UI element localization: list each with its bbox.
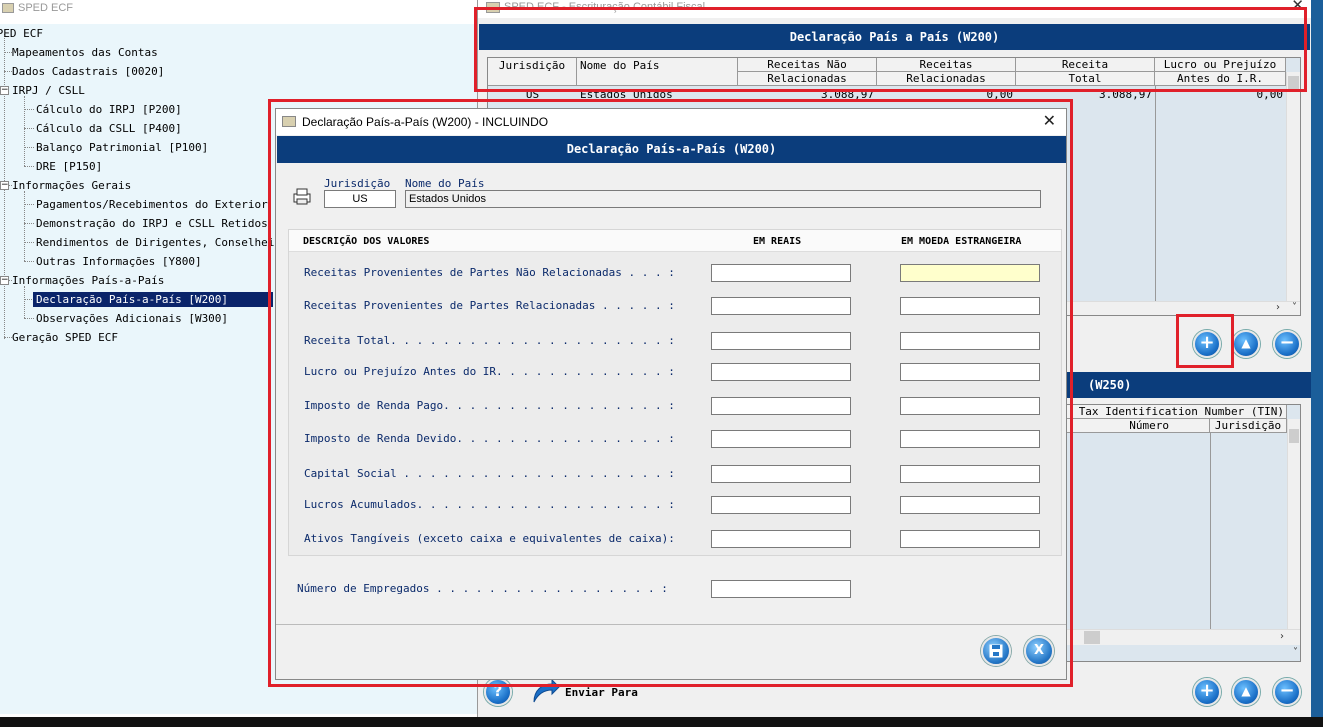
scroll-right-icon[interactable]: › xyxy=(1276,302,1280,313)
tree-item-outras-informacoes[interactable]: Outras Informações [Y800] xyxy=(36,254,202,269)
scroll-right-icon[interactable]: › xyxy=(1280,631,1284,642)
w250-horizontal-scrollbar[interactable]: › xyxy=(1039,629,1300,645)
w250-vertical-scrollbar[interactable] xyxy=(1287,419,1300,645)
move-up-w200-button[interactable]: ▲ xyxy=(1232,330,1260,358)
remove-w200-button[interactable]: − xyxy=(1273,330,1301,358)
w250-header: (W250) xyxy=(1038,372,1311,398)
chevron-down-icon[interactable]: ˅ xyxy=(1293,647,1298,658)
expander-irpj[interactable]: − xyxy=(0,86,9,95)
tree-item-pagamentos[interactable]: Pagamentos/Recebimentos do Exterior xyxy=(36,197,268,212)
tree-window-titlebar: SPED ECF xyxy=(0,0,478,18)
taskbar xyxy=(0,717,1323,727)
tree-item-demonstracao[interactable]: Demonstração do IRPJ e CSLL Retidos xyxy=(36,216,268,231)
tree-item-calculo-csll[interactable]: Cálculo da CSLL [P400] xyxy=(36,121,182,136)
tree-item-dados-cadastrais[interactable]: Dados Cadastrais [0020] xyxy=(12,64,164,79)
tree-root-sped-ecf[interactable]: SPED ECF xyxy=(0,26,43,41)
chevron-down-icon[interactable]: ˅ xyxy=(1292,302,1297,313)
move-up-w250-button[interactable]: ▲ xyxy=(1232,678,1260,706)
w250-grid[interactable]: Tax Identification Number (TIN) Número J… xyxy=(1038,404,1301,662)
tree-item-mapeamentos[interactable]: Mapeamentos das Contas xyxy=(12,45,158,60)
tree-window-title: SPED ECF xyxy=(18,2,74,14)
tree-item-pais-a-pais[interactable]: Informações País-a-País xyxy=(12,273,164,288)
right-side-strip xyxy=(1311,0,1323,717)
tree-item-rendimentos[interactable]: Rendimentos de Dirigentes, Conselheiros xyxy=(36,235,294,250)
tree-item-declaracao-w200[interactable]: Declaração País-a-País [W200] xyxy=(33,292,273,307)
tree-item-observacoes-w300[interactable]: Observações Adicionais [W300] xyxy=(36,311,228,326)
w250-header-text: (W250) xyxy=(1088,378,1132,392)
tree-item-geracao-sped[interactable]: Geração SPED ECF xyxy=(12,330,118,345)
tree-item-balanco[interactable]: Balanço Patrimonial [P100] xyxy=(36,140,208,155)
highlight-dialog xyxy=(268,99,1073,687)
tree-item-calculo-irpj[interactable]: Cálculo do IRPJ [P200] xyxy=(36,102,182,117)
tree-item-informacoes-gerais[interactable]: Informações Gerais xyxy=(12,178,131,193)
app-icon xyxy=(2,3,14,13)
tree-item-dre[interactable]: DRE [P150] xyxy=(36,159,102,174)
w250-tin-group-header: Tax Identification Number (TIN) xyxy=(1039,405,1287,419)
w250-col-jurisdicao[interactable]: Jurisdição xyxy=(1210,419,1287,433)
add-w250-button[interactable]: + xyxy=(1193,678,1221,706)
remove-w250-button[interactable]: − xyxy=(1273,678,1301,706)
highlight-w200-grid xyxy=(474,7,1307,92)
expander-informacoes-gerais[interactable]: − xyxy=(0,181,9,190)
send-to-label[interactable]: Enviar Para xyxy=(565,686,638,699)
tree-item-irpj-csll[interactable]: IRPJ / CSLL xyxy=(12,83,85,98)
expander-pais-a-pais[interactable]: − xyxy=(0,276,9,285)
w200-vertical-scrollbar[interactable] xyxy=(1286,72,1300,301)
highlight-add-button xyxy=(1176,314,1234,368)
